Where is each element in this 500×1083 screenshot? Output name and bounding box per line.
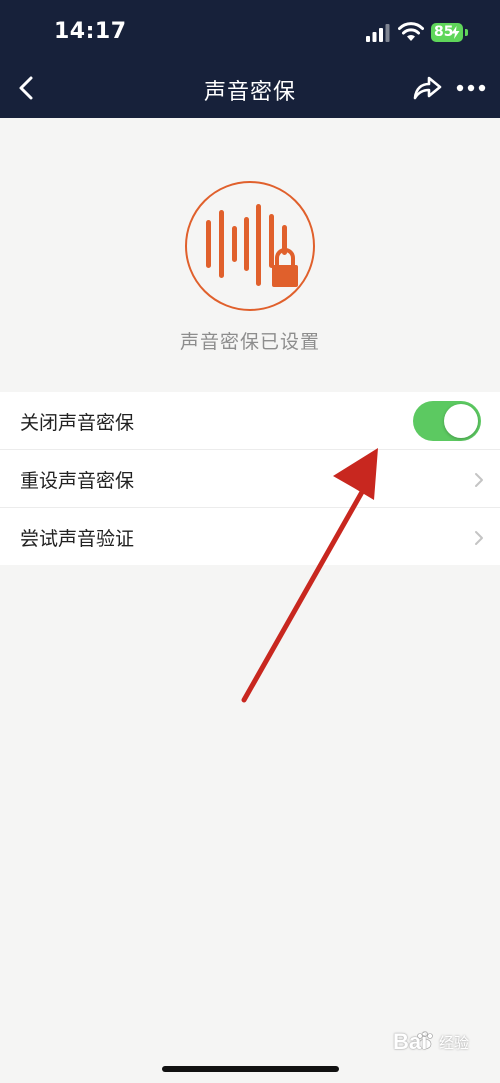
signal-icon [366, 24, 390, 42]
watermark-suffix: 经验 [439, 1034, 470, 1052]
status-time: 14:17 [54, 19, 127, 44]
home-indicator[interactable] [162, 1066, 339, 1072]
security-status-caption: 声音密保已设置 [179, 331, 320, 353]
setting-row-disable[interactable]: 关闭声音密保 [0, 392, 500, 450]
chevron-right-icon [475, 531, 483, 545]
app-header: 14:17 85 声音密保 [0, 0, 500, 118]
disable-toggle-switch[interactable] [413, 401, 481, 441]
watermark-brand: Bai [393, 1029, 428, 1054]
chevron-right-icon [475, 473, 483, 487]
baidu-watermark: Bai 经验 [381, 1024, 481, 1060]
setting-label: 尝试声音验证 [20, 528, 135, 550]
setting-label: 关闭声音密保 [20, 412, 135, 434]
setting-row-reset[interactable]: 重设声音密保 [0, 450, 500, 508]
more-dots-icon[interactable] [456, 78, 486, 98]
share-arrow-icon[interactable] [411, 73, 443, 103]
battery-tip [465, 29, 468, 36]
nav-bar: 声音密保 [0, 66, 500, 118]
wifi-icon [398, 22, 424, 41]
status-bar: 14:17 85 [0, 0, 500, 66]
battery-indicator: 85 [431, 23, 463, 42]
setting-label: 重设声音密保 [20, 470, 135, 492]
setting-row-verify[interactable]: 尝试声音验证 [0, 508, 500, 565]
toggle-knob [444, 404, 478, 438]
charging-bolt-icon [451, 26, 460, 39]
voice-lock-icon [185, 181, 315, 311]
settings-list: 关闭声音密保 重设声音密保 尝试声音验证 [0, 392, 500, 565]
